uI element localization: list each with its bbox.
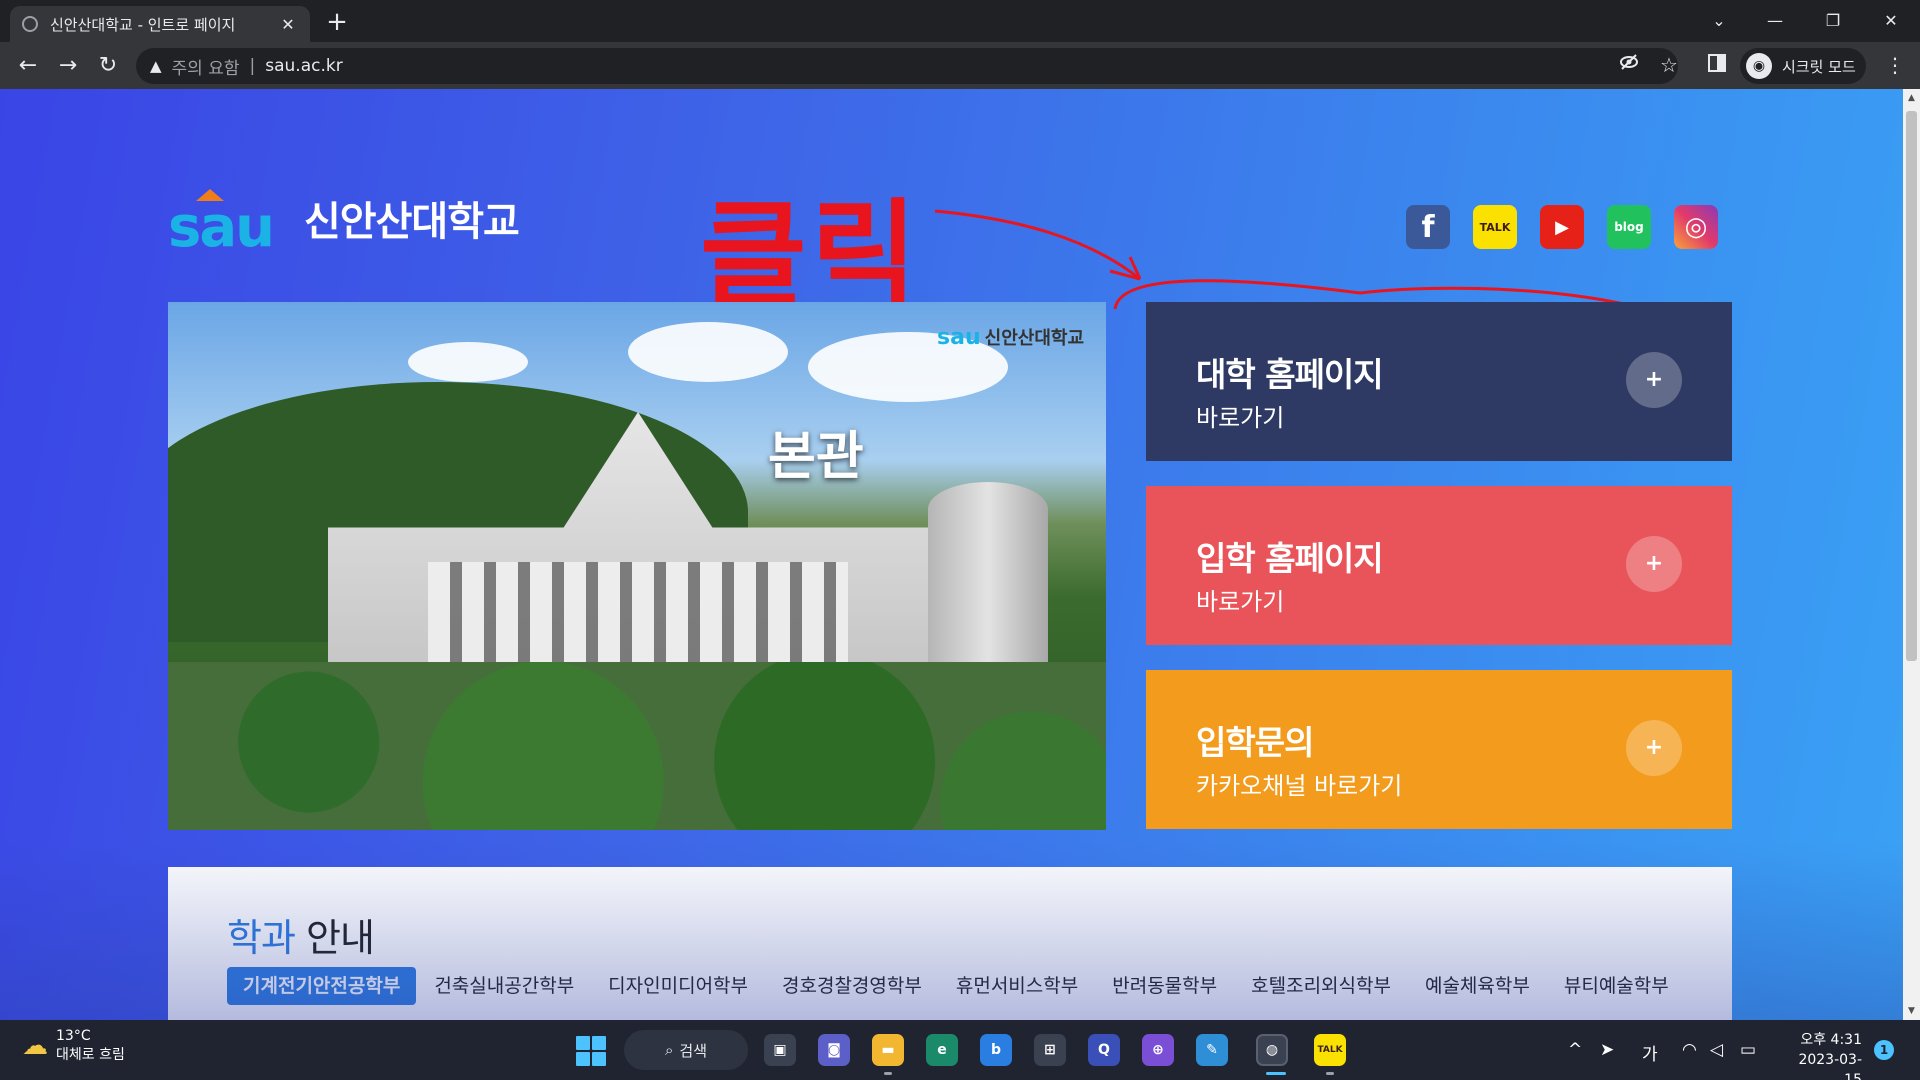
- plus-icon[interactable]: +: [1626, 352, 1682, 408]
- university-name: 신안산대학교: [304, 199, 520, 245]
- search-label: 검색: [679, 1041, 707, 1060]
- bookmark-star-icon[interactable]: ☆: [1654, 50, 1684, 80]
- browser-menu-icon[interactable]: ⋮: [1880, 50, 1910, 80]
- paint-icon[interactable]: ✎: [1196, 1034, 1228, 1066]
- windows-taskbar: ☁ 13°C 대체로 흐림 ⌕ 검색 ▣ ◙ ▬ e b ⊞ Q ⊕ ✎ ◍ T…: [0, 1020, 1920, 1080]
- department-guide-section: 학과 안내 기계전기안전공학부 건축실내공간학부 디자인미디어학부 경호경찰경영…: [168, 867, 1732, 1020]
- kakaotalk-taskbar-icon[interactable]: TALK: [1314, 1034, 1346, 1066]
- university-logo[interactable]: sau 신안산대학교: [168, 189, 520, 260]
- page-viewport: sau 신안산대학교 클릭 f TALK ▶ blog ◎ 본관 sau 신안산대…: [0, 89, 1903, 1020]
- scroll-down-icon[interactable]: ▼: [1903, 1002, 1920, 1020]
- cloud-decoration: [628, 322, 788, 382]
- facebook-icon[interactable]: f: [1406, 205, 1450, 249]
- incognito-icon: ◉: [1746, 53, 1772, 79]
- url-separator: |: [249, 56, 256, 76]
- tab-strip: 신안산대학교 - 인트로 페이지 ✕ + ⌄ — ❐ ✕: [0, 0, 1920, 42]
- notification-badge[interactable]: 1: [1874, 1040, 1894, 1060]
- close-window-button[interactable]: ✕: [1868, 6, 1914, 36]
- naver-blog-icon[interactable]: blog: [1607, 205, 1651, 249]
- cloud-decoration: [408, 342, 528, 382]
- campus-video-banner[interactable]: 본관 sau 신안산대학교: [168, 302, 1106, 830]
- youtube-icon[interactable]: ▶: [1540, 205, 1584, 249]
- app-running-indicator: [884, 1072, 892, 1075]
- windows-start-icon[interactable]: [576, 1036, 606, 1066]
- dept-tab[interactable]: 휴먼서비스학부: [940, 967, 1094, 1005]
- location-icon[interactable]: ➤: [1600, 1040, 1614, 1060]
- department-tabs: 기계전기안전공학부 건축실내공간학부 디자인미디어학부 경호경찰경영학부 휴먼서…: [227, 967, 1687, 1005]
- teams-chat-icon[interactable]: ◙: [818, 1034, 850, 1066]
- edge-browser-icon[interactable]: e: [926, 1034, 958, 1066]
- plus-icon[interactable]: +: [1626, 720, 1682, 776]
- clock-time: 오후 4:31: [1800, 1032, 1862, 1048]
- url-text[interactable]: sau.ac.kr: [265, 56, 342, 76]
- battery-icon[interactable]: ▭: [1740, 1040, 1756, 1060]
- hero-caption: 본관: [768, 427, 864, 487]
- restore-button[interactable]: ❐: [1810, 6, 1856, 36]
- weather-temperature: 13°C: [56, 1028, 91, 1044]
- kakaotalk-icon[interactable]: TALK: [1473, 205, 1517, 249]
- tab-close-icon[interactable]: ✕: [278, 15, 298, 34]
- search-icon: ⌕: [664, 1041, 674, 1059]
- dept-tab[interactable]: 디자인미디어학부: [592, 967, 764, 1005]
- tray-overflow-chevron-icon[interactable]: ^: [1568, 1040, 1582, 1060]
- weather-description: 대체로 흐림: [56, 1047, 125, 1063]
- warning-icon[interactable]: ▲: [150, 57, 162, 75]
- file-explorer-icon[interactable]: ▬: [872, 1034, 904, 1066]
- admission-homepage-card[interactable]: 입학 홈페이지 바로가기 +: [1146, 486, 1732, 645]
- university-homepage-card[interactable]: 대학 홈페이지 바로가기 +: [1146, 302, 1732, 461]
- dept-tab[interactable]: 건축실내공간학부: [418, 967, 590, 1005]
- dept-tab[interactable]: 기계전기안전공학부: [227, 967, 417, 1005]
- security-status[interactable]: 주의 요함: [172, 54, 240, 79]
- instagram-icon[interactable]: ◎: [1674, 205, 1718, 249]
- plus-icon[interactable]: +: [1626, 536, 1682, 592]
- forward-button[interactable]: →: [52, 50, 84, 82]
- trees-foreground: [168, 662, 1106, 830]
- scrollbar-thumb[interactable]: [1906, 111, 1917, 661]
- minimize-button[interactable]: —: [1752, 6, 1798, 36]
- browser-toolbar: ← → ↻ ▲ 주의 요함 | sau.ac.kr ☆ ◉ 시크릿 모드 ⋮: [0, 42, 1920, 89]
- app-active-indicator: [1266, 1072, 1286, 1075]
- dept-tab[interactable]: 예술체육학부: [1409, 967, 1546, 1005]
- side-panel-icon[interactable]: [1702, 50, 1732, 80]
- volume-icon[interactable]: ◁: [1710, 1040, 1723, 1060]
- incognito-label: 시크릿 모드: [1782, 57, 1856, 76]
- dept-tab[interactable]: 반려동물학부: [1096, 967, 1233, 1005]
- weather-cloud-icon: ☁: [22, 1031, 48, 1061]
- dept-tab[interactable]: 경호경찰경영학부: [766, 967, 938, 1005]
- system-clock[interactable]: 오후 4:31 2023-03-15: [1782, 1030, 1862, 1080]
- hero-watermark: sau 신안산대학교: [937, 325, 1084, 350]
- back-button[interactable]: ←: [12, 50, 44, 82]
- section-title: 학과 안내: [227, 916, 375, 960]
- browser-tab[interactable]: 신안산대학교 - 인트로 페이지 ✕: [10, 6, 310, 42]
- dept-tab[interactable]: 뷰티예술학부: [1548, 967, 1685, 1005]
- eye-off-icon[interactable]: [1614, 50, 1644, 80]
- task-view-icon[interactable]: ▣: [764, 1034, 796, 1066]
- dept-tab[interactable]: 호텔조리외식학부: [1235, 967, 1407, 1005]
- tab-title: 신안산대학교 - 인트로 페이지: [50, 15, 236, 34]
- sau-logo-mark: sau: [168, 189, 292, 260]
- address-bar[interactable]: ▲ 주의 요함 | sau.ac.kr: [136, 48, 1678, 84]
- magnifier-app-icon[interactable]: Q: [1088, 1034, 1120, 1066]
- screen-share-icon[interactable]: ⊕: [1142, 1034, 1174, 1066]
- bing-icon[interactable]: b: [980, 1034, 1012, 1066]
- incognito-indicator[interactable]: ◉ 시크릿 모드: [1740, 48, 1866, 84]
- microsoft-store-icon[interactable]: ⊞: [1034, 1034, 1066, 1066]
- scroll-up-icon[interactable]: ▲: [1903, 89, 1920, 107]
- clock-date: 2023-03-15: [1798, 1052, 1862, 1080]
- weather-widget[interactable]: ☁ 13°C 대체로 흐림: [22, 1028, 125, 1064]
- tab-search-chevron-icon[interactable]: ⌄: [1696, 6, 1742, 36]
- chrome-icon[interactable]: ◍: [1256, 1034, 1288, 1066]
- page-scrollbar[interactable]: ▲ ▼: [1903, 89, 1920, 1020]
- globe-icon: [22, 16, 38, 32]
- taskbar-search[interactable]: ⌕ 검색: [624, 1030, 748, 1070]
- app-running-indicator: [1326, 1072, 1334, 1075]
- wifi-icon[interactable]: ◠: [1682, 1040, 1697, 1060]
- admission-inquiry-card[interactable]: 입학문의 카카오채널 바로가기 +: [1146, 670, 1732, 829]
- reload-button[interactable]: ↻: [92, 50, 124, 82]
- new-tab-button[interactable]: +: [322, 8, 352, 38]
- ime-indicator[interactable]: 가: [1642, 1040, 1658, 1065]
